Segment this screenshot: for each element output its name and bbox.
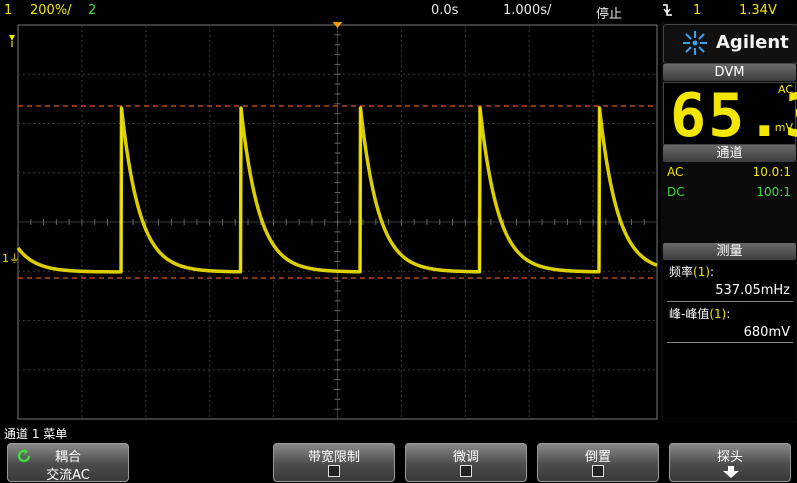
bandwidth-limit-softkey[interactable]: 带宽限制	[273, 443, 395, 482]
softkey-bar: 耦合 交流AC 带宽限制 微调 倒置 探头	[0, 441, 797, 483]
status-bar: 1 200%/ 2 0.0s 1.000s/ 停止 1 1.34V	[0, 0, 797, 22]
ground-icon: ⏚	[9, 252, 20, 265]
measure-label-frequency: 频率(1):	[669, 263, 714, 280]
channel-row: AC 10.0:1	[667, 165, 791, 181]
channel-row: DC 100:1	[667, 185, 791, 201]
channel-1-marker-label: 1	[2, 252, 9, 265]
dvm-unit: mV	[774, 121, 793, 134]
softkey-label: 带宽限制	[307, 450, 360, 465]
channel-coupling: DC	[667, 185, 685, 199]
ch2-label[interactable]: 2	[88, 3, 96, 18]
softkey-label: 探头	[716, 450, 743, 465]
measure-value-peak-to-peak: 680mV	[743, 325, 790, 340]
divider	[667, 301, 793, 302]
bandwidth-limit-checkbox[interactable]	[328, 465, 340, 477]
invert-checkbox[interactable]	[592, 465, 604, 477]
measure-suffix: :	[710, 265, 715, 279]
measure-header: 测量	[663, 243, 796, 260]
agilent-spark-icon	[683, 31, 707, 55]
menu-title-bar: 通道 1 菜单	[0, 423, 797, 441]
measure-name: 频率	[669, 265, 694, 279]
probe-softkey[interactable]: 探头	[669, 443, 791, 482]
ch1-scale[interactable]: 200%/	[30, 3, 72, 18]
waveform-display[interactable]: 1⏚	[0, 22, 660, 422]
measure-panel: 频率(1): 537.05mHz 峰-峰值(1): 680mV	[663, 261, 796, 421]
dvm-mode: AC	[777, 83, 793, 96]
ch1-label[interactable]: 1	[4, 3, 12, 18]
softkey-label: 耦合	[54, 450, 81, 465]
vernier-softkey[interactable]: 微调	[405, 443, 527, 482]
falling-edge-trigger-icon	[662, 2, 674, 22]
measure-channel: (1)	[693, 265, 711, 279]
coupling-softkey[interactable]: 耦合 交流AC	[7, 443, 129, 483]
channel-probe-ratio: 10.0:1	[752, 165, 791, 179]
menu-title: 通道 1 菜单	[4, 427, 68, 441]
brand-logo: Agilent	[663, 24, 797, 64]
waveform-canvas[interactable]	[0, 22, 660, 422]
softkey-label: 微调	[452, 450, 479, 465]
vernier-checkbox[interactable]	[460, 465, 472, 477]
channels-panel: AC 10.0:1 DC 100:1	[663, 163, 796, 239]
trigger-level-marker	[9, 35, 15, 41]
trigger-source[interactable]: 1	[693, 3, 701, 18]
run-state[interactable]: 停止	[596, 3, 622, 22]
measure-suffix: :	[726, 307, 731, 321]
arrow-down-icon	[723, 466, 739, 478]
channel-probe-ratio: 100:1	[756, 185, 791, 199]
brand-name: Agilent	[716, 32, 789, 53]
time-scale[interactable]: 1.000s/	[503, 3, 551, 18]
trigger-level[interactable]: 1.34V	[739, 3, 777, 18]
side-panel: Agilent DVM 65.3 AC mV 通道 AC 10.0:1 DC 1…	[661, 22, 797, 422]
channels-header: 通道	[663, 145, 796, 162]
softkey-label: 倒置	[584, 450, 611, 465]
dvm-panel: 65.3 AC mV	[663, 82, 797, 149]
measure-name: 峰-峰值	[669, 307, 710, 321]
invert-softkey[interactable]: 倒置	[537, 443, 659, 482]
softkey-value: 交流AC	[46, 468, 90, 483]
channel-coupling: AC	[667, 165, 684, 179]
channel-1-ground-marker[interactable]: 1⏚	[2, 250, 20, 266]
time-offset[interactable]: 0.0s	[431, 3, 458, 18]
measure-label-peak-to-peak: 峰-峰值(1):	[669, 305, 730, 322]
measure-channel: (1)	[709, 307, 727, 321]
divider	[667, 342, 793, 343]
dvm-header: DVM	[663, 64, 796, 81]
measure-value-frequency: 537.05mHz	[715, 283, 790, 298]
